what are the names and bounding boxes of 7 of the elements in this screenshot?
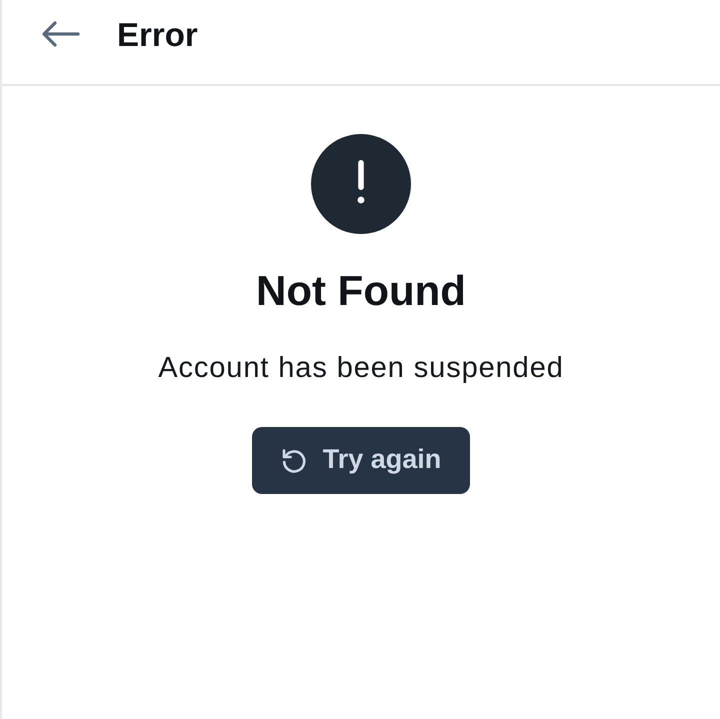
refresh-icon — [280, 446, 307, 472]
page-title: Error — [117, 18, 198, 50]
error-title: Not Found — [256, 270, 466, 312]
back-arrow-icon — [42, 21, 80, 47]
try-again-button[interactable]: Try again — [252, 427, 470, 494]
error-message: Account has been suspended — [158, 354, 564, 383]
exclamation-icon — [311, 134, 411, 234]
